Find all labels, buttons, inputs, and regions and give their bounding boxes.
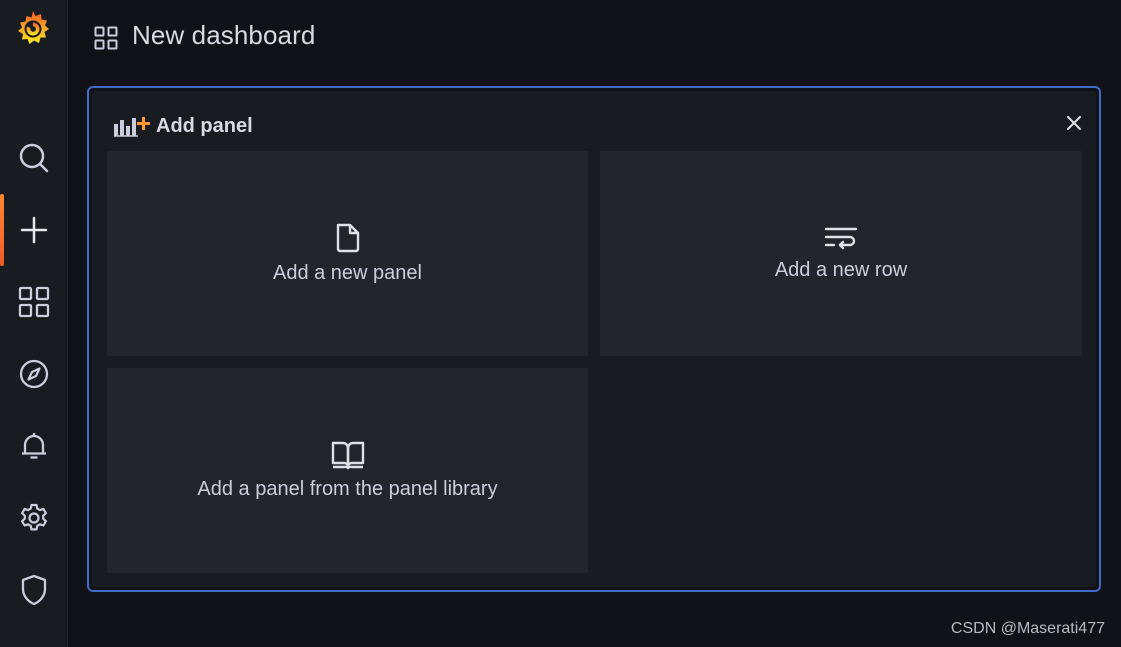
add-library-panel-label: Add a panel from the panel library xyxy=(197,478,498,500)
close-button[interactable] xyxy=(1062,113,1086,137)
dashboard-apps-icon xyxy=(94,26,118,55)
watermark: CSDN @Maserati477 xyxy=(950,620,1105,637)
grafana-logo-icon[interactable] xyxy=(13,8,53,48)
search-nav-item[interactable] xyxy=(0,128,68,188)
add-panel-body: Add panel Add a new panel Add a new row … xyxy=(92,91,1096,587)
add-new-row-label: Add a new row xyxy=(774,259,908,281)
create-nav-item[interactable] xyxy=(0,200,68,260)
alerting-nav-item[interactable] xyxy=(0,416,68,476)
add-panel-widget: Add panel Add a new panel Add a new row … xyxy=(87,86,1101,592)
dashboards-nav-item[interactable] xyxy=(0,272,68,332)
compass-icon xyxy=(18,358,50,390)
gear-icon xyxy=(18,502,50,534)
shield-icon xyxy=(20,574,48,606)
wrap-text-icon xyxy=(824,225,858,251)
close-icon xyxy=(1067,115,1081,135)
add-new-panel-button[interactable]: Add a new panel xyxy=(107,151,588,356)
add-library-panel-button[interactable]: Add a panel from the panel library xyxy=(107,368,588,573)
add-panel-header: Add panel xyxy=(112,111,253,141)
add-new-panel-label: Add a new panel xyxy=(272,262,422,284)
apps-icon xyxy=(18,286,50,318)
page-title[interactable]: New dashboard xyxy=(132,20,315,51)
explore-nav-item[interactable] xyxy=(0,344,68,404)
add-panel-icon xyxy=(112,115,150,137)
configuration-nav-item[interactable] xyxy=(0,488,68,548)
add-new-row-button[interactable]: Add a new row xyxy=(600,151,1082,356)
side-menu xyxy=(0,0,68,647)
plus-icon xyxy=(20,216,48,244)
add-panel-title: Add panel xyxy=(156,114,253,137)
book-open-icon xyxy=(331,440,365,470)
top-bar: New dashboard xyxy=(68,0,1121,76)
bell-icon xyxy=(19,430,49,462)
file-blank-icon xyxy=(335,222,361,254)
search-icon xyxy=(18,142,50,174)
server-admin-nav-item[interactable] xyxy=(0,560,68,620)
